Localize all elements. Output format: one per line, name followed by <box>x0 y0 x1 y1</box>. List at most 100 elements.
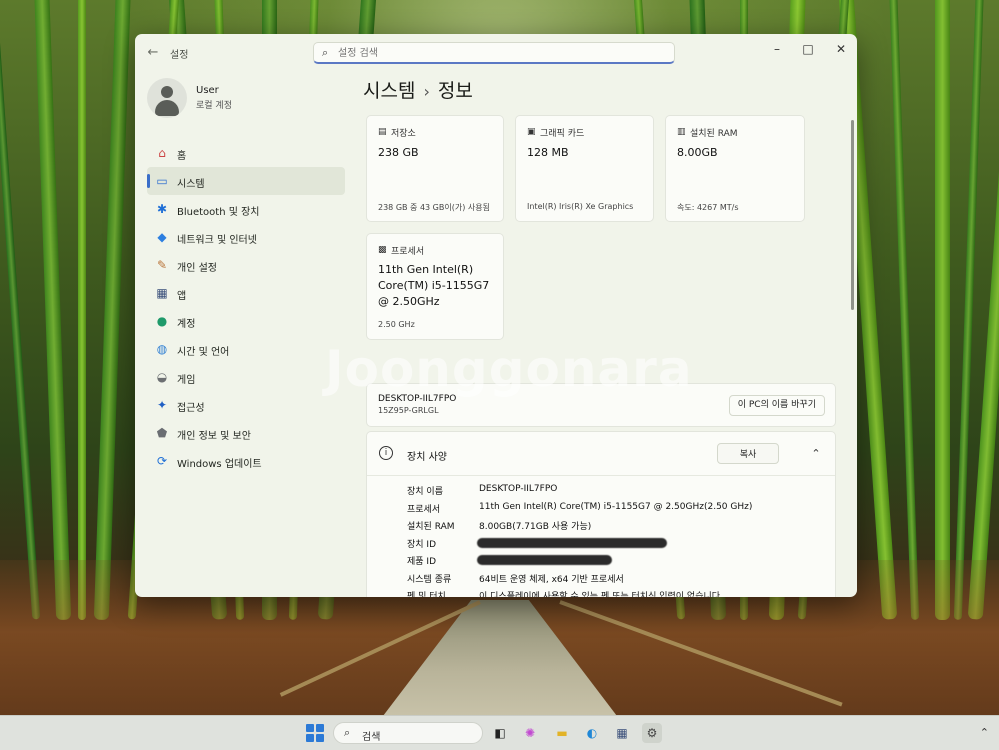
storage-icon: ▤ <box>378 127 387 137</box>
card-value: 11th Gen Intel(R) Core(TM) i5-1155G7 @ 2… <box>378 263 490 308</box>
taskbar-search-label: 검색 <box>362 732 381 743</box>
settings-search-input[interactable] <box>338 45 658 61</box>
user-profile[interactable]: User 로컬 계정 <box>147 78 347 122</box>
update-icon: ⟳ <box>156 454 168 468</box>
chevron-up-icon[interactable]: ⌃ <box>807 445 825 463</box>
edge-browser-icon[interactable]: ◐ <box>582 723 602 743</box>
taskbar-search[interactable]: ⌕ 검색 <box>333 722 483 744</box>
card-sub: Intel(R) Iris(R) Xe Graphics <box>527 202 634 211</box>
store-icon[interactable]: ▦ <box>612 723 632 743</box>
sidebar-nav: ⌂ 홈 ▭ 시스템 ✱ Bluetooth 및 장치 ◆ 네트워크 및 인터넷 … <box>147 139 345 475</box>
user-name: User <box>196 85 219 96</box>
apps-icon: ▦ <box>156 286 168 300</box>
sidebar-item-label: 홈 <box>177 151 187 162</box>
spec-key: 펜 및 터치 <box>407 592 446 597</box>
bamboo-stalk <box>33 0 72 621</box>
sidebar-item-windows-update[interactable]: ⟳ Windows 업데이트 <box>147 447 345 475</box>
system-tray-chevron-icon[interactable]: ⌃ <box>980 726 989 739</box>
sidebar-item-label: 계정 <box>177 319 196 330</box>
sidebar-item-home[interactable]: ⌂ 홈 <box>147 139 345 167</box>
network-icon: ◆ <box>157 230 167 244</box>
brush-icon: ✎ <box>156 258 168 272</box>
search-icon: ⌕ <box>322 46 329 59</box>
bamboo-stalk <box>78 0 86 620</box>
content-scrollbar[interactable] <box>851 120 854 310</box>
app-title: 설정 <box>170 50 189 61</box>
spec-key: 프로세서 <box>407 504 441 515</box>
home-icon: ⌂ <box>158 146 166 160</box>
sidebar-item-personalization[interactable]: ✎ 개인 설정 <box>147 251 345 279</box>
card-sub: 238 GB 중 43 GB이(가) 사용됨 <box>378 203 490 212</box>
account-icon: ● <box>156 314 168 328</box>
start-button[interactable] <box>306 724 324 742</box>
graphics-card[interactable]: ▣ 그래픽 카드 128 MB Intel(R) Iris(R) Xe Grap… <box>515 115 654 222</box>
copilot-icon[interactable]: ✺ <box>520 723 540 743</box>
sidebar-item-label: 시스템 <box>177 179 205 190</box>
card-label: 프로세서 <box>391 247 425 257</box>
spec-value: 이 디스플레이에 사용할 수 있는 펜 또는 터치식 입력이 없습니다 <box>479 592 721 597</box>
title-bar: ← 설정 ⌕ – □ ✕ <box>135 34 857 72</box>
ram-icon: ▥ <box>677 127 686 137</box>
spec-value: 64비트 운영 체제, x64 기반 프로세서 <box>479 574 624 585</box>
settings-gear-icon[interactable]: ⚙ <box>642 723 662 743</box>
avatar-person-body <box>155 100 179 116</box>
sidebar-item-accounts[interactable]: ● 계정 <box>147 307 345 335</box>
close-button[interactable]: ✕ <box>826 38 856 60</box>
settings-window: ← 설정 ⌕ – □ ✕ User 로컬 계정 ⌂ 홈 ▭ 시스템 ✱ Blue… <box>135 34 857 597</box>
sidebar-item-label: 시간 및 언어 <box>177 347 230 358</box>
card-sub: 2.50 GHz <box>378 320 415 329</box>
sidebar-item-label: 게임 <box>177 375 196 386</box>
card-label: 저장소 <box>391 129 416 139</box>
device-specs-panel: i 장치 사양 복사 ⌃ 장치 이름 DESKTOP-IIL7FPO 프로세서 … <box>366 431 836 597</box>
graphics-card-icon: ▣ <box>527 127 536 137</box>
sidebar-item-bluetooth[interactable]: ✱ Bluetooth 및 장치 <box>147 195 345 223</box>
redacted-product-id <box>477 555 612 565</box>
settings-search-box[interactable]: ⌕ <box>313 42 675 64</box>
sidebar-item-privacy[interactable]: ⬟ 개인 정보 및 보안 <box>147 419 345 447</box>
sidebar-item-apps[interactable]: ▦ 앱 <box>147 279 345 307</box>
back-arrow-icon[interactable]: ← <box>145 45 161 61</box>
info-icon: i <box>379 446 393 460</box>
sidebar-item-label: Windows 업데이트 <box>177 459 262 470</box>
breadcrumb-separator: › <box>423 82 430 101</box>
spec-key: 장치 ID <box>407 539 437 550</box>
sidebar-item-accessibility[interactable]: ✦ 접근성 <box>147 391 345 419</box>
globe-icon: ◍ <box>156 342 168 356</box>
maximize-button[interactable]: □ <box>793 38 823 60</box>
windows-logo-tile <box>316 724 324 732</box>
file-explorer-icon[interactable]: ▬ <box>552 723 572 743</box>
sidebar-item-gaming[interactable]: ◒ 게임 <box>147 363 345 391</box>
device-specs-title: 장치 사양 <box>407 452 447 463</box>
rename-pc-button[interactable]: 이 PC의 이름 바꾸기 <box>728 395 825 416</box>
redacted-device-id <box>477 537 667 548</box>
copy-button[interactable]: 복사 <box>717 443 779 464</box>
sidebar-item-system[interactable]: ▭ 시스템 <box>147 167 345 195</box>
user-account-type: 로컬 계정 <box>196 101 232 111</box>
processor-icon: ▩ <box>378 245 387 255</box>
card-label: 그래픽 카드 <box>540 129 585 139</box>
card-sub: 속도: 4267 MT/s <box>677 203 739 212</box>
sidebar-item-network[interactable]: ◆ 네트워크 및 인터넷 <box>147 223 345 251</box>
processor-card[interactable]: ▩ 프로세서 11th Gen Intel(R) Core(TM) i5-115… <box>366 233 504 340</box>
ram-card[interactable]: ▥ 설치된 RAM 8.00GB 속도: 4267 MT/s <box>665 115 805 222</box>
breadcrumb-parent[interactable]: 시스템 <box>363 80 415 102</box>
spec-key: 설치된 RAM <box>407 522 455 532</box>
spec-key: 시스템 종류 <box>407 574 452 585</box>
sidebar-item-label: 네트워크 및 인터넷 <box>177 235 257 246</box>
sidebar-item-label: 앱 <box>177 291 187 302</box>
bamboo-stalk <box>888 0 920 620</box>
breadcrumb-current: 정보 <box>437 80 473 102</box>
windows-logo-tile <box>316 734 324 742</box>
sidebar-item-time-language[interactable]: ◍ 시간 및 언어 <box>147 335 345 363</box>
task-view-icon[interactable]: ◧ <box>490 723 510 743</box>
bluetooth-icon: ✱ <box>156 202 168 216</box>
search-icon: ⌕ <box>344 726 351 739</box>
windows-logo-tile <box>306 734 314 742</box>
sidebar-item-label: 개인 정보 및 보안 <box>177 431 251 442</box>
accessibility-icon: ✦ <box>156 398 168 412</box>
storage-card[interactable]: ▤ 저장소 238 GB 238 GB 중 43 GB이(가) 사용됨 <box>366 115 504 222</box>
minimize-button[interactable]: – <box>762 38 792 60</box>
card-value: 8.00GB <box>677 146 718 159</box>
gamepad-icon: ◒ <box>156 370 168 384</box>
device-specs-header[interactable]: i 장치 사양 복사 ⌃ <box>367 432 835 476</box>
